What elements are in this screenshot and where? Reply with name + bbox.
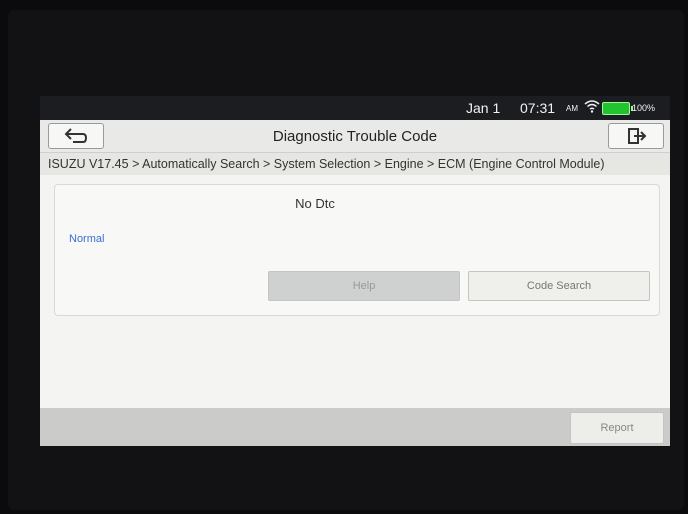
title-bar: Diagnostic Trouble Code — [40, 120, 670, 153]
status-time: 07:31 — [520, 100, 556, 116]
dtc-result-panel: No Dtc Normal Help Code Search — [54, 184, 660, 316]
device-screen: Jan 1 07:31 AM 100% Diagnostic Trouble C… — [40, 96, 670, 446]
status-am-pm: AM — [566, 104, 578, 113]
report-button[interactable]: Report — [570, 412, 664, 444]
wifi-icon — [584, 99, 600, 116]
help-button[interactable]: Help — [268, 271, 460, 301]
code-search-button[interactable]: Code Search — [468, 271, 650, 301]
status-date: Jan 1 — [466, 100, 501, 116]
status-bar: Jan 1 07:31 AM 100% — [40, 96, 670, 120]
footer-bar: Report — [40, 408, 670, 446]
exit-icon — [628, 128, 647, 144]
status-text: Normal — [69, 233, 105, 245]
exit-button[interactable] — [608, 123, 664, 149]
breadcrumb: ISUZU V17.45 > Automatically Search > Sy… — [40, 153, 670, 175]
battery-icon — [602, 102, 633, 115]
battery-percent: 100% — [632, 103, 656, 113]
dtc-text: No Dtc — [295, 196, 335, 211]
page-title: Diagnostic Trouble Code — [272, 128, 438, 145]
